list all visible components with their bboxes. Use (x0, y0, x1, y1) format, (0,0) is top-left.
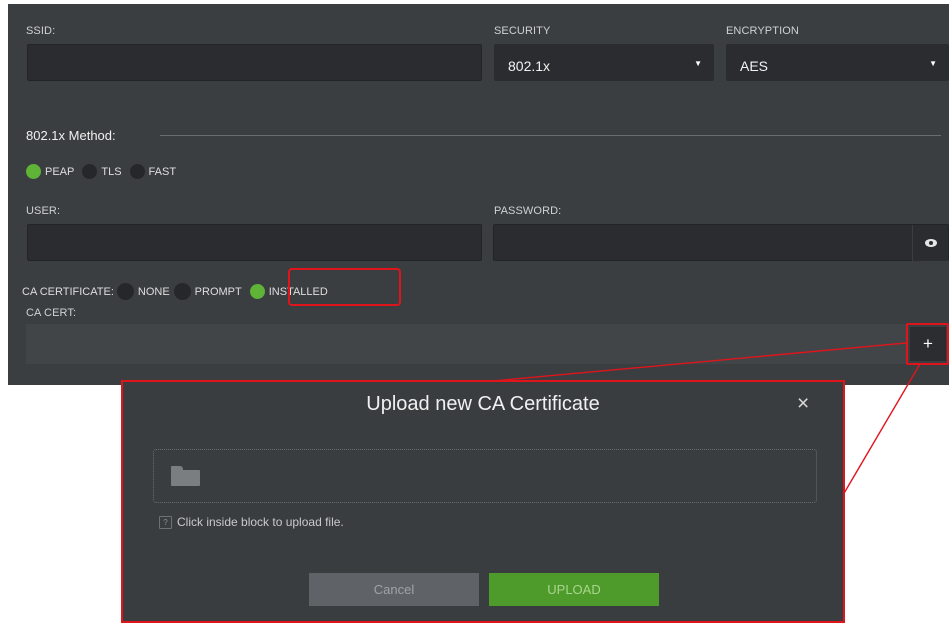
chevron-down-icon: ▼ (694, 59, 702, 68)
wifi-settings-panel: SSID: SECURITY 802.1x ▼ ENCRYPTION AES ▼… (8, 4, 949, 385)
encryption-select[interactable]: AES ▼ (726, 44, 949, 81)
method-option-label: TLS (101, 165, 122, 178)
ca-certificate-label: CA CERTIFICATE: (22, 285, 114, 298)
radio-selected-icon[interactable] (26, 164, 41, 179)
radio-icon[interactable] (82, 164, 98, 179)
installed-highlight-box (288, 268, 401, 306)
upload-ca-certificate-dialog: Upload new CA Certificate × ? Click insi… (121, 380, 845, 623)
ca-cert-input[interactable] (26, 324, 908, 364)
chevron-down-icon: ▼ (929, 59, 937, 68)
ca-option-none[interactable]: NONE (116, 283, 170, 300)
password-label: PASSWORD: (494, 205, 562, 217)
ca-cert-label: CA CERT: (26, 307, 77, 319)
close-icon[interactable]: × (797, 370, 809, 438)
method-option-tls[interactable]: TLS (82, 164, 122, 179)
ssid-label: SSID: (26, 25, 56, 37)
method-option-label: PEAP (45, 165, 75, 178)
encryption-value: AES (740, 58, 769, 74)
ca-option-label: PROMPT (194, 285, 242, 298)
user-label: USER: (26, 205, 61, 217)
upload-button[interactable]: UPLOAD (489, 573, 659, 606)
method-radio-group: PEAP TLS FAST (26, 164, 184, 179)
section-divider (160, 135, 941, 136)
method-section-title: 802.1x Method: (26, 128, 116, 143)
dialog-title: Upload new CA Certificate (366, 393, 600, 415)
radio-icon[interactable] (129, 164, 145, 179)
method-option-peap[interactable]: PEAP (26, 164, 74, 179)
ca-option-prompt[interactable]: PROMPT (173, 283, 242, 300)
ca-option-label: NONE (137, 285, 170, 298)
user-input[interactable] (27, 224, 482, 261)
password-input[interactable] (493, 224, 949, 261)
ssid-input[interactable] (27, 44, 482, 81)
radio-icon[interactable] (116, 283, 134, 300)
folder-icon (171, 466, 200, 486)
upload-hint-text: Click inside block to upload file. (177, 515, 344, 529)
method-option-fast[interactable]: FAST (129, 164, 177, 179)
method-option-label: FAST (148, 165, 177, 178)
encryption-label: ENCRYPTION (726, 25, 799, 37)
file-drop-zone[interactable] (153, 449, 817, 503)
radio-icon[interactable] (173, 283, 191, 300)
help-icon: ? (159, 515, 172, 529)
eye-icon (924, 239, 937, 247)
cancel-button[interactable]: Cancel (309, 573, 479, 606)
show-password-button[interactable] (912, 225, 948, 261)
add-button-highlight-box (906, 323, 949, 365)
upload-hint: ? Click inside block to upload file. (159, 515, 344, 529)
security-value: 802.1x (508, 58, 551, 74)
security-select[interactable]: 802.1x ▼ (494, 44, 714, 81)
security-label: SECURITY (494, 25, 551, 37)
radio-selected-icon[interactable] (249, 284, 265, 299)
